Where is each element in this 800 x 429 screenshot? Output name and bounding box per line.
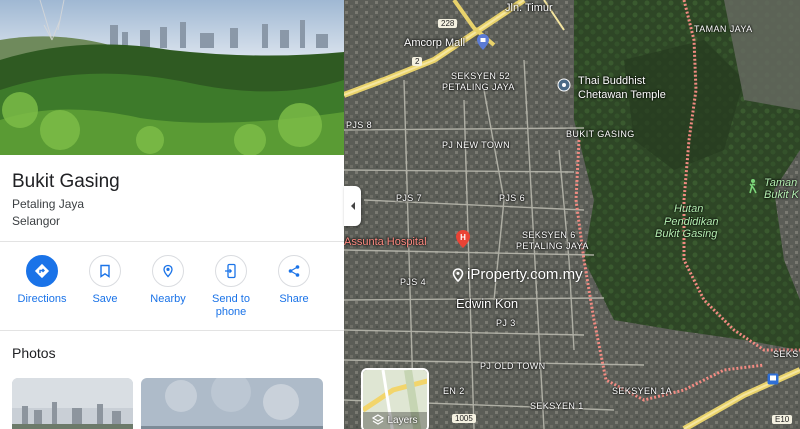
location-pin-icon [452, 267, 464, 282]
poi-label: Thai Buddhist [578, 75, 646, 87]
area-label: PJS 8 [346, 120, 373, 130]
layers-icon [372, 414, 385, 425]
send-to-phone-icon [215, 255, 247, 287]
bookmark-icon [89, 255, 121, 287]
area-label: PJS 4 [400, 277, 427, 287]
park-label: Taman [764, 177, 798, 189]
area-label: SEKSYEN 52 [451, 71, 511, 81]
rail-station-pin[interactable] [767, 372, 779, 390]
poi-label: Assunta Hospital [344, 236, 427, 248]
layers-button[interactable]: Layers [361, 368, 429, 429]
park-label: Bukit Gasing [655, 228, 718, 240]
area-label: TAMAN JAYA [694, 24, 753, 34]
user-name-label: Edwin Kon [456, 296, 519, 311]
collapse-panel-button[interactable] [344, 186, 361, 226]
divider [0, 241, 344, 242]
save-button[interactable]: Save [74, 255, 136, 306]
shopping-mall-pin[interactable] [475, 33, 491, 56]
save-label: Save [92, 293, 118, 305]
place-title: Bukit Gasing [12, 171, 120, 192]
area-label: SEKS [773, 349, 799, 359]
svg-text:H: H [460, 233, 466, 242]
photo-thumbnail[interactable] [141, 378, 323, 429]
photos-section-title: Photos [12, 345, 56, 361]
layers-label: Layers [387, 414, 418, 426]
area-label: SEKSYEN 6 [522, 230, 576, 240]
road-number-label: 1005 [452, 414, 476, 423]
nearby-label: Nearby [150, 293, 186, 305]
layers-label-group: Layers [363, 414, 427, 426]
share-button[interactable]: Share [263, 255, 325, 306]
hero-image [0, 0, 344, 155]
area-label: PETALING JAYA [442, 82, 515, 92]
area-label: PJS 6 [499, 193, 526, 203]
nearby-icon [152, 255, 184, 287]
area-label: PJ NEW TOWN [442, 140, 511, 150]
watermark-text: iProperty.com.my [467, 266, 583, 283]
road-number-label: 2 [412, 57, 423, 66]
divider [0, 330, 344, 331]
nearby-button[interactable]: Nearby [137, 255, 199, 306]
address-line-2: Selangor [12, 214, 61, 228]
park-label: Pendidikan [664, 216, 719, 228]
area-label: PJ 3 [496, 318, 516, 328]
poi-label: Chetawan Temple [578, 89, 666, 101]
action-bar: Directions Save Nearby Send to phone Sha… [0, 255, 344, 325]
road-number-label: 228 [438, 19, 458, 28]
park-label: Hutan [674, 203, 704, 215]
photo-thumbnail[interactable] [12, 378, 133, 429]
hospital-pin[interactable]: H [454, 229, 472, 254]
place-hero-photo[interactable] [0, 0, 344, 155]
area-label: SEKSYEN 1 [530, 401, 584, 411]
share-label: Share [279, 293, 309, 305]
area-label: SEKSYEN 1A [612, 386, 673, 396]
address-line-1: Petaling Jaya [12, 197, 85, 211]
road-label: Jln. Timur [505, 2, 553, 14]
park-pin[interactable] [746, 178, 760, 199]
area-label: PETALING JAYA [516, 241, 589, 251]
park-label: Bukit K [764, 189, 799, 201]
chevron-left-icon [350, 202, 355, 210]
send-to-phone-button[interactable]: Send to phone [200, 255, 262, 319]
temple-pin[interactable] [557, 78, 571, 97]
directions-button[interactable]: Directions [11, 255, 73, 306]
send-to-phone-label: Send to phone [212, 293, 250, 318]
share-icon [278, 255, 310, 287]
place-panel: Bukit Gasing Petaling Jaya Selangor Dire… [0, 0, 344, 429]
area-label: BUKIT GASING [566, 129, 635, 139]
area-label: PJS 7 [396, 193, 423, 203]
road-number-label: E10 [772, 415, 793, 424]
map-canvas[interactable]: H 228 2 1005 E10 Jln. Timur TAMAN JAYA A… [344, 0, 800, 429]
directions-icon [26, 255, 58, 287]
watermark: iProperty.com.my [452, 266, 583, 283]
poi-label: Amcorp Mall [404, 37, 466, 49]
directions-label: Directions [17, 293, 67, 305]
area-label: EN 2 [443, 386, 465, 396]
area-label: PJ OLD TOWN [480, 361, 546, 371]
